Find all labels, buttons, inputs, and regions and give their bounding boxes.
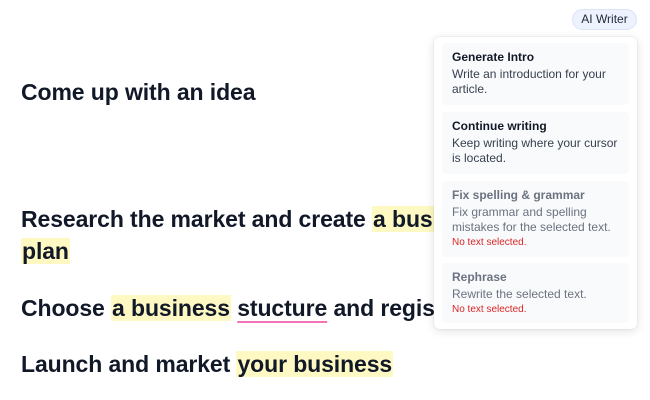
menu-item-error: No text selected. <box>452 304 527 315</box>
misspelled-word[interactable]: stucture <box>237 295 327 321</box>
heading-structure[interactable]: Choose a business stucture and regist <box>21 292 442 324</box>
highlighted-text: a business <box>111 295 231 321</box>
menu-item-continue-writing[interactable]: Continue writing Keep writing where your… <box>442 112 629 174</box>
highlighted-text: a busi <box>372 206 440 232</box>
heading-structure-text: Choose <box>21 295 112 321</box>
highlighted-text: your business <box>236 351 394 377</box>
menu-item-error: No text selected. <box>452 237 527 248</box>
heading-idea[interactable]: Come up with an idea <box>21 76 256 108</box>
heading-research[interactable]: Research the market and create a busi <box>21 203 440 235</box>
heading-research-text: Research the market and create <box>21 206 373 232</box>
menu-item-description: Fix grammar and spelling mistakes for th… <box>452 205 611 234</box>
ai-writer-menu: Generate Intro Write an introduction for… <box>434 37 637 329</box>
menu-item-title: Rephrase <box>452 270 507 284</box>
menu-item-generate-intro[interactable]: Generate Intro Write an introduction for… <box>442 43 629 105</box>
menu-item-description: Rewrite the selected text. <box>452 287 587 301</box>
heading-launch-text: Launch and market <box>21 351 237 377</box>
highlighted-text: plan <box>21 238 70 264</box>
menu-item-title: Generate Intro <box>452 50 535 64</box>
menu-item-rephrase[interactable]: Rephrase Rewrite the selected text. No t… <box>442 263 629 323</box>
menu-item-description: Keep writing where your cursor is locate… <box>452 136 618 165</box>
menu-item-description: Write an introduction for your article. <box>452 67 606 96</box>
menu-item-fix-spelling-grammar[interactable]: Fix spelling & grammar Fix grammar and s… <box>442 181 629 257</box>
heading-structure-rest: and regist <box>327 295 443 321</box>
heading-idea-text: Come up with an idea <box>21 79 256 105</box>
menu-item-title: Fix spelling & grammar <box>452 188 585 202</box>
heading-launch[interactable]: Launch and market your business <box>21 348 394 380</box>
menu-item-title: Continue writing <box>452 119 547 133</box>
heading-research-line2[interactable]: plan <box>21 235 70 267</box>
ai-writer-button[interactable]: AI Writer <box>572 9 637 30</box>
